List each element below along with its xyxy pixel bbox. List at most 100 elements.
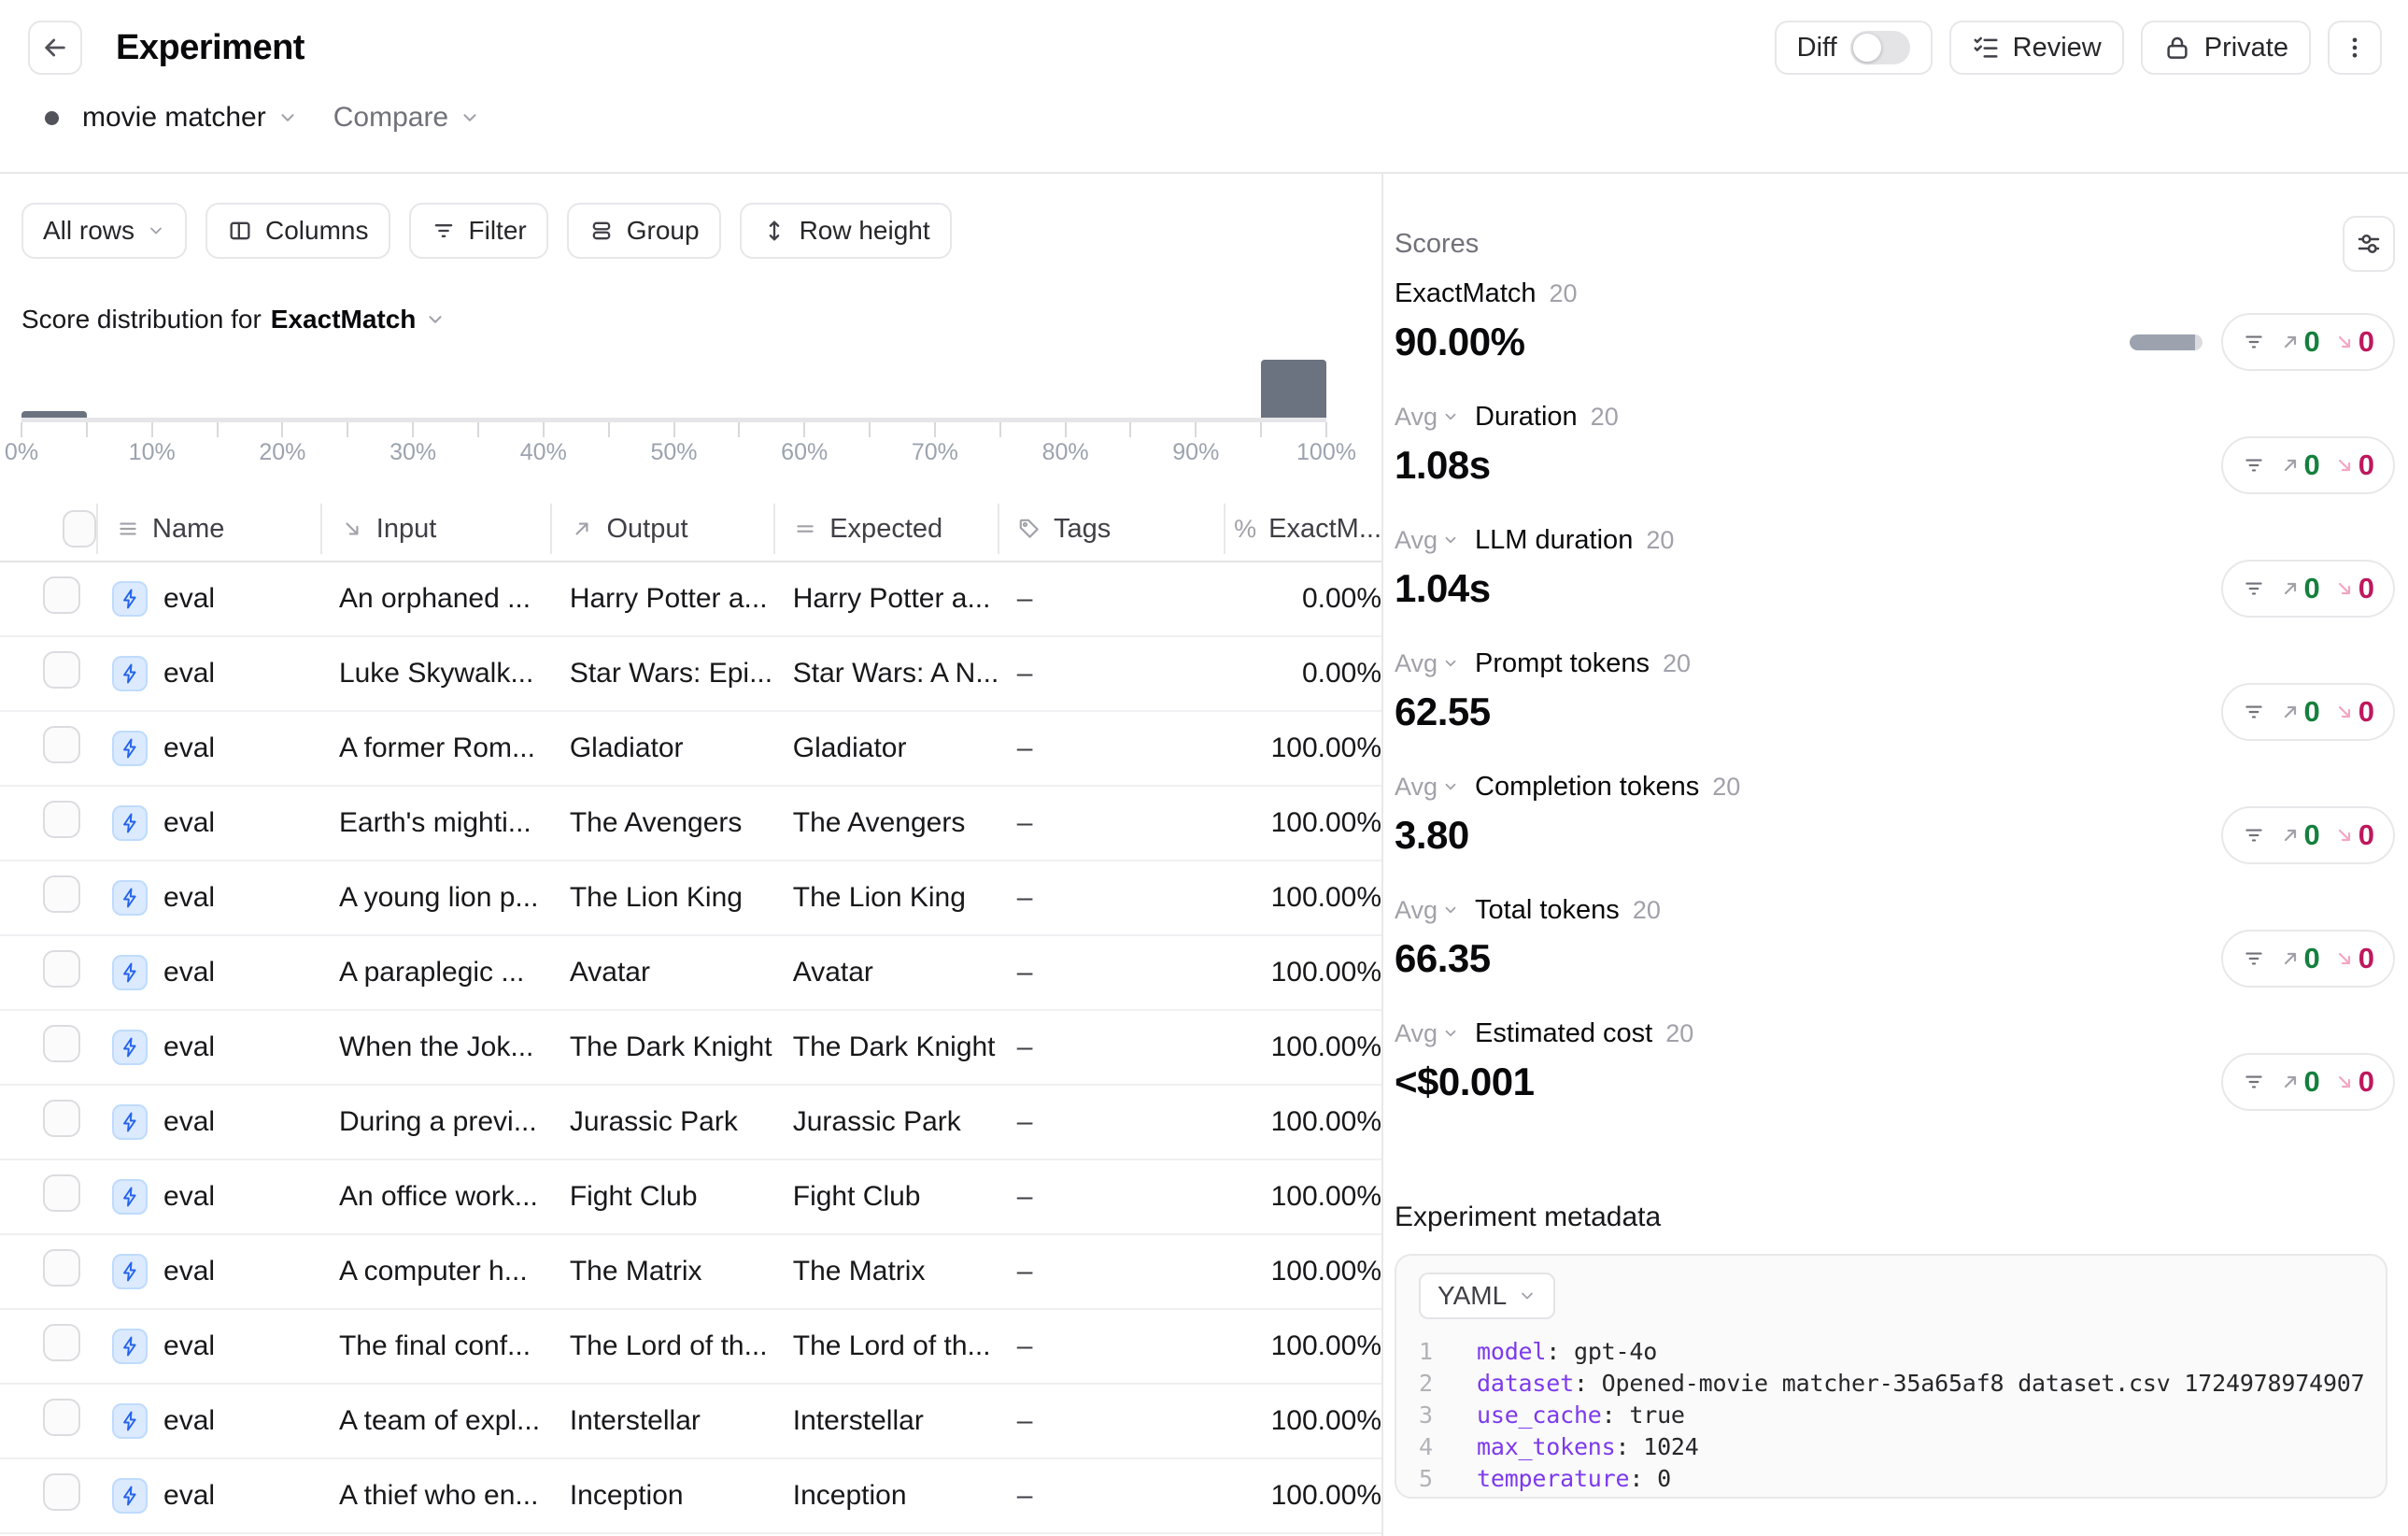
row-expected: Gladiator xyxy=(773,732,998,764)
improvements-filter[interactable]: 0 xyxy=(2279,448,2320,482)
row-checkbox[interactable] xyxy=(43,1399,80,1436)
row-checkbox[interactable] xyxy=(43,801,80,838)
table-row[interactable]: eval A thief who en... Inception Incepti… xyxy=(0,1459,1381,1534)
diff-toggle-button[interactable]: Diff xyxy=(1775,21,1933,75)
improvements-filter[interactable]: 0 xyxy=(2279,695,2320,729)
metrics-list: ExactMatch 20 90.00% 0 xyxy=(1395,278,2395,1112)
table-row[interactable]: eval A former Rom... Gladiator Gladiator… xyxy=(0,712,1381,787)
regressions-filter[interactable]: 0 xyxy=(2333,695,2374,729)
diff-toggle-switch[interactable] xyxy=(1850,31,1910,64)
filter-button[interactable]: Filter xyxy=(409,203,548,259)
regressions-filter[interactable]: 0 xyxy=(2333,448,2374,482)
x-axis-tick-label: 20% xyxy=(259,439,305,466)
row-tags: – xyxy=(998,1106,1224,1138)
score-distribution-dropdown[interactable]: Score distribution for ExactMatch xyxy=(21,304,1381,335)
column-header-score[interactable]: % ExactM... xyxy=(1224,497,1381,561)
row-height-button[interactable]: Row height xyxy=(740,203,952,259)
table-row[interactable]: eval During a previ... Jurassic Park Jur… xyxy=(0,1086,1381,1160)
row-checkbox[interactable] xyxy=(43,1025,80,1062)
group-button[interactable]: Group xyxy=(567,203,721,259)
scores-panel: Scores ExactMatch 20 90.00% xyxy=(1383,174,2408,1536)
row-checkbox[interactable] xyxy=(43,1100,80,1137)
metric-count: 20 xyxy=(1663,649,1691,678)
equals-icon xyxy=(793,517,817,541)
regressions-filter[interactable]: 0 xyxy=(2333,325,2374,359)
rows-filter-dropdown[interactable]: All rows xyxy=(21,203,187,259)
format-dropdown[interactable]: YAML xyxy=(1419,1273,1555,1319)
improvements-filter[interactable]: 0 xyxy=(2279,1065,2320,1099)
table-row[interactable]: eval The final conf... The Lord of th...… xyxy=(0,1310,1381,1385)
column-header-name[interactable]: Name xyxy=(96,497,320,561)
table-toolbar: All rows Columns Filter Group Row height xyxy=(21,203,1381,259)
table-row[interactable]: eval Earth's mighti... The Avengers The … xyxy=(0,787,1381,861)
row-checkbox[interactable] xyxy=(43,875,80,913)
chevron-down-icon[interactable] xyxy=(277,107,298,128)
more-menu-button[interactable] xyxy=(2328,21,2382,75)
row-input: A team of expl... xyxy=(319,1405,550,1437)
improvements-filter[interactable]: 0 xyxy=(2279,818,2320,852)
review-button[interactable]: Review xyxy=(1949,21,2124,75)
review-label: Review xyxy=(2013,33,2102,64)
regressions-filter[interactable]: 0 xyxy=(2333,1065,2374,1099)
eval-bolt-icon xyxy=(112,1104,148,1140)
column-header-output[interactable]: Output xyxy=(550,497,773,561)
metric-name: Prompt tokens xyxy=(1475,648,1650,679)
aggregation-dropdown[interactable]: Avg xyxy=(1395,403,1459,432)
checklist-icon xyxy=(1972,34,2000,62)
table-row[interactable]: eval A computer h... The Matrix The Matr… xyxy=(0,1235,1381,1310)
row-output: The Avengers xyxy=(550,807,773,839)
row-checkbox[interactable] xyxy=(43,1324,80,1361)
regressions-filter[interactable]: 0 xyxy=(2333,818,2374,852)
row-checkbox[interactable] xyxy=(43,1473,80,1511)
metric-filter-controls[interactable]: 0 0 xyxy=(2221,683,2395,741)
back-button[interactable] xyxy=(28,21,82,75)
row-checkbox[interactable] xyxy=(43,1249,80,1287)
chevron-down-icon xyxy=(1442,655,1459,672)
table-row[interactable]: eval An office work... Fight Club Fight … xyxy=(0,1160,1381,1235)
eval-bolt-icon xyxy=(112,1254,148,1289)
aggregation-dropdown[interactable]: Avg xyxy=(1395,526,1459,555)
regressions-filter[interactable]: 0 xyxy=(2333,942,2374,975)
table-row[interactable]: eval Luke Skywalk... Star Wars: Epi... S… xyxy=(0,637,1381,712)
metric-filter-controls[interactable]: 0 0 xyxy=(2221,436,2395,494)
select-all-checkbox[interactable] xyxy=(63,510,96,548)
column-header-expected[interactable]: Expected xyxy=(773,497,998,561)
improvements-filter[interactable]: 0 xyxy=(2279,325,2320,359)
table-row[interactable]: eval When the Jok... The Dark Knight The… xyxy=(0,1011,1381,1086)
improvements-filter[interactable]: 0 xyxy=(2279,942,2320,975)
aggregation-dropdown[interactable]: Avg xyxy=(1395,649,1459,678)
aggregation-dropdown[interactable]: Avg xyxy=(1395,1019,1459,1048)
row-output: Avatar xyxy=(550,957,773,988)
aggregation-dropdown[interactable]: Avg xyxy=(1395,773,1459,802)
table-row[interactable]: eval A team of expl... Interstellar Inte… xyxy=(0,1385,1381,1459)
metric-filter-controls[interactable]: 0 0 xyxy=(2221,930,2395,988)
private-button[interactable]: Private xyxy=(2141,21,2311,75)
metric-filter-controls[interactable]: 0 0 xyxy=(2221,560,2395,618)
regressions-filter[interactable]: 0 xyxy=(2333,572,2374,605)
table-row[interactable]: eval A paraplegic ... Avatar Avatar – 10… xyxy=(0,936,1381,1011)
row-checkbox[interactable] xyxy=(43,576,80,614)
eval-bolt-icon xyxy=(112,880,148,916)
metric-filter-controls[interactable]: 0 0 xyxy=(2221,806,2395,864)
row-score: 100.00% xyxy=(1224,1106,1381,1138)
aggregation-dropdown[interactable]: Avg xyxy=(1395,896,1459,925)
metric-filter-controls[interactable]: 0 0 xyxy=(2221,313,2395,371)
scores-settings-button[interactable] xyxy=(2343,216,2395,272)
column-header-tags[interactable]: Tags xyxy=(998,497,1224,561)
table-row[interactable]: eval A young lion p... The Lion King The… xyxy=(0,861,1381,936)
row-checkbox[interactable] xyxy=(43,726,80,763)
row-name: eval xyxy=(163,882,215,914)
compare-dropdown[interactable]: Compare xyxy=(333,102,480,134)
column-header-input[interactable]: Input xyxy=(320,497,551,561)
score-metric: Avg Estimated cost 20 <$0.001 xyxy=(1395,1018,2395,1112)
metric-name: Duration xyxy=(1475,402,1578,433)
metric-filter-controls[interactable]: 0 0 xyxy=(2221,1053,2395,1111)
experiment-name-dropdown[interactable]: movie matcher xyxy=(82,102,266,134)
row-checkbox[interactable] xyxy=(43,950,80,988)
table-header: Name Input Output Expected Tags % ExactM… xyxy=(0,497,1381,562)
table-row[interactable]: eval An orphaned ... Harry Potter a... H… xyxy=(0,562,1381,637)
columns-button[interactable]: Columns xyxy=(205,203,390,259)
improvements-filter[interactable]: 0 xyxy=(2279,572,2320,605)
row-checkbox[interactable] xyxy=(43,1174,80,1212)
row-checkbox[interactable] xyxy=(43,651,80,689)
